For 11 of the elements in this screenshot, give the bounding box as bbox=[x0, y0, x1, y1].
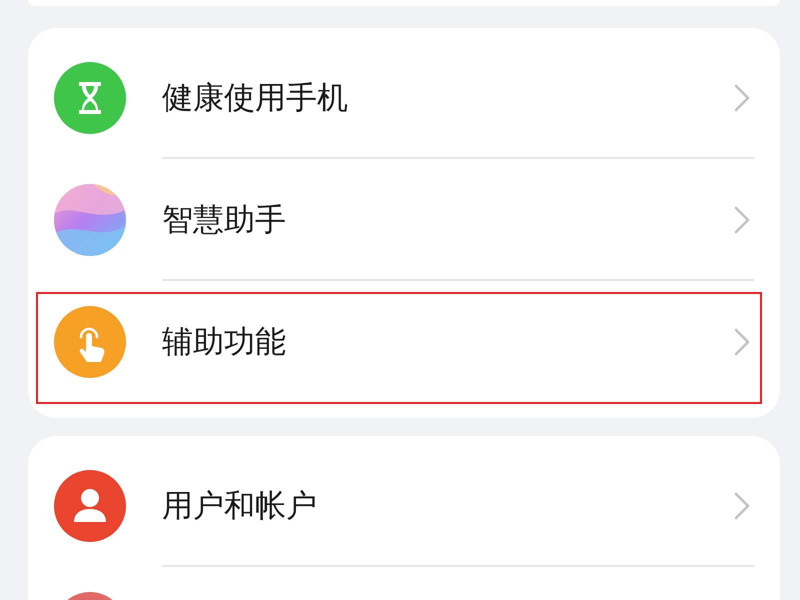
hand-icon bbox=[54, 306, 126, 378]
chevron-right-icon bbox=[734, 206, 750, 234]
chevron-right-icon bbox=[734, 492, 750, 520]
chevron-right-icon bbox=[734, 328, 750, 356]
person-icon bbox=[54, 470, 126, 542]
chevron-right-icon bbox=[734, 84, 750, 112]
setting-label[interactable]: 智慧助手 bbox=[162, 199, 286, 241]
setting-label[interactable]: 健康使用手机 bbox=[162, 77, 348, 119]
setting-label[interactable]: 用户和帐户 bbox=[162, 485, 317, 527]
setting-label[interactable]: 辅助功能 bbox=[162, 321, 286, 363]
hourglass-icon bbox=[54, 62, 126, 134]
